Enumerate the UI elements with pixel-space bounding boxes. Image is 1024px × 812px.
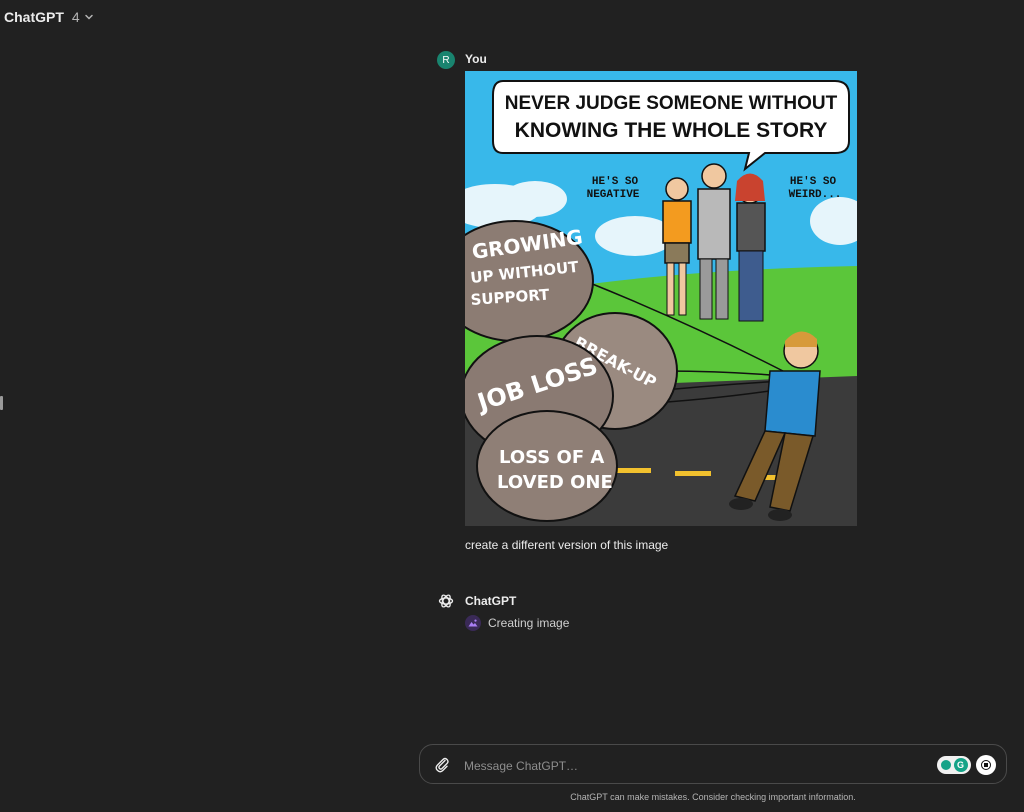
user-author-name: You: [465, 52, 487, 66]
model-name: ChatGPT: [4, 9, 64, 25]
model-selector[interactable]: ChatGPT 4: [4, 9, 94, 25]
user-avatar: R: [437, 51, 455, 69]
rock-text-4b: LOVED ONE: [497, 472, 613, 493]
user-message-text: create a different version of this image: [465, 538, 669, 552]
attached-image-cartoon: NEVER JUDGE SOMEONE WITHOUT KNOWING THE …: [465, 71, 857, 526]
rock-lossloved: LOSS OF A LOVED ONE: [476, 410, 618, 522]
stop-icon: [981, 760, 991, 770]
chevron-down-icon: [84, 14, 93, 20]
status-text: Creating image: [488, 616, 570, 630]
bubble-line-2b: THE WHOLE STORY: [624, 119, 827, 142]
grammarly-bulb-icon: [940, 760, 951, 770]
grammarly-icon[interactable]: G: [937, 756, 971, 774]
bubble-line-1: NEVER JUDGE SOMEONE WITHOUT: [505, 93, 838, 114]
sidebar-toggle-handle[interactable]: [0, 396, 3, 410]
bubble-line-2: KNOWING THE WHOLE STORY: [515, 119, 828, 142]
rock-text-4a: LOSS OF A: [499, 447, 604, 468]
message-input[interactable]: [462, 755, 886, 777]
stop-button[interactable]: [976, 755, 996, 775]
attached-image[interactable]: NEVER JUDGE SOMEONE WITHOUT KNOWING THE …: [465, 71, 857, 526]
openai-logo-icon: [438, 594, 454, 608]
speech-left-2: NEGATIVE: [587, 189, 640, 201]
speech-left-1: HE'S SO: [592, 176, 639, 188]
bubble-line-2a: KNOWING: [515, 119, 619, 142]
grammarly-g-icon: G: [953, 758, 968, 772]
speech-right-1: HE'S SO: [790, 176, 837, 188]
model-version: 4: [71, 9, 80, 25]
paperclip-icon[interactable]: [434, 756, 450, 774]
generation-status: Creating image: [465, 615, 569, 631]
image-generation-icon: [465, 615, 481, 631]
assistant-author-name: ChatGPT: [465, 594, 517, 608]
message-composer: G: [419, 744, 1007, 784]
disclaimer: ChatGPT can make mistakes. Consider chec…: [570, 792, 856, 802]
speech-right-2: WEIRD...: [789, 189, 842, 201]
